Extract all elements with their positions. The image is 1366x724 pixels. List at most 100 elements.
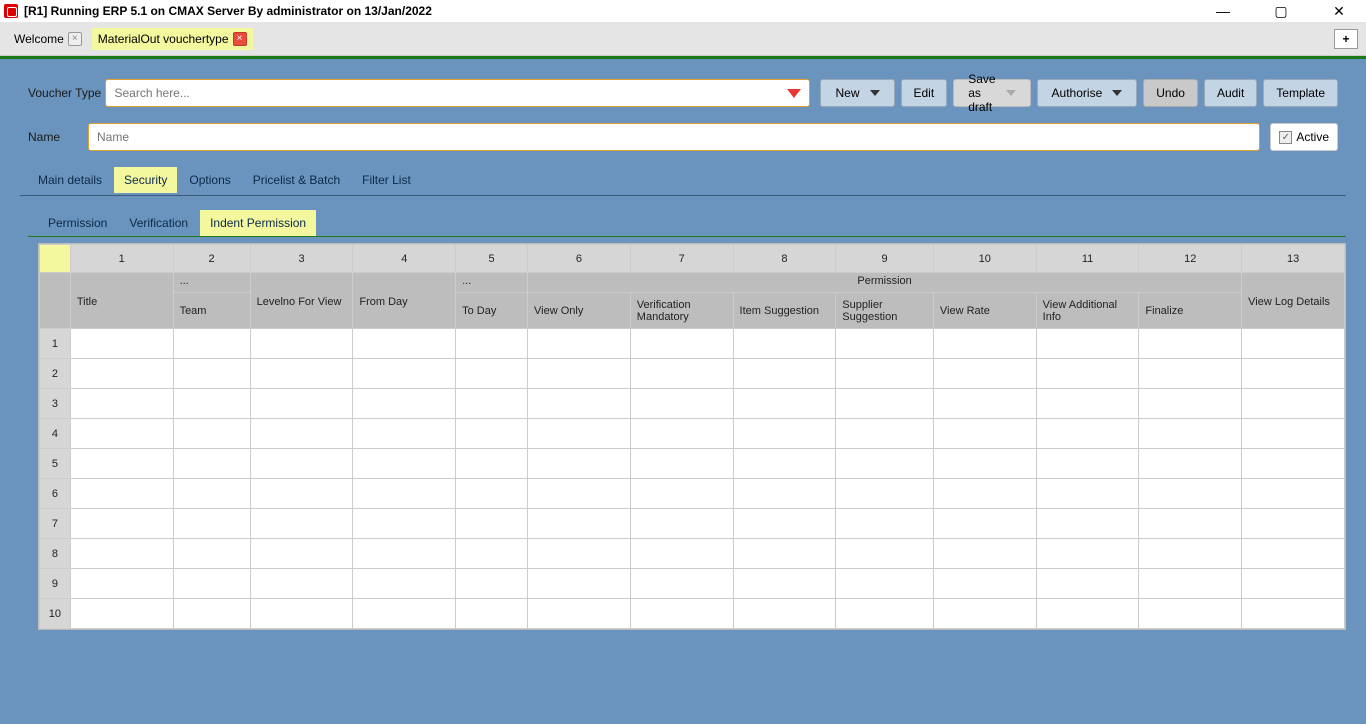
grid-cell[interactable] — [173, 329, 250, 359]
grid-cell[interactable] — [353, 419, 456, 449]
grid-cell[interactable] — [1139, 569, 1242, 599]
col-view-log[interactable]: View Log Details — [1242, 273, 1345, 329]
grid-cell[interactable] — [836, 389, 934, 419]
grid-cell[interactable] — [733, 569, 836, 599]
maximize-button[interactable]: ▢ — [1266, 1, 1296, 21]
grid-cell[interactable] — [456, 449, 528, 479]
grid-cell[interactable] — [456, 479, 528, 509]
grid-cell[interactable] — [1036, 419, 1139, 449]
grid-cell[interactable] — [528, 569, 631, 599]
grid-cell[interactable] — [456, 509, 528, 539]
grid-cell[interactable] — [250, 599, 353, 629]
grid-cell[interactable] — [250, 359, 353, 389]
grid-cell[interactable] — [1139, 449, 1242, 479]
grid-cell[interactable] — [70, 419, 173, 449]
grid-cell[interactable] — [70, 449, 173, 479]
search-input[interactable] — [114, 86, 787, 100]
tab-filter-list[interactable]: Filter List — [352, 167, 421, 193]
grid-cell[interactable] — [733, 329, 836, 359]
save-as-draft-button[interactable]: Save as draft — [953, 79, 1030, 107]
grid-cell[interactable] — [250, 449, 353, 479]
grid-cell[interactable] — [353, 569, 456, 599]
grid-cell[interactable] — [1139, 389, 1242, 419]
grid-cell[interactable] — [173, 599, 250, 629]
close-icon[interactable]: × — [68, 32, 82, 46]
authorise-button[interactable]: Authorise — [1037, 79, 1138, 107]
grid-cell[interactable] — [528, 539, 631, 569]
table-row[interactable]: 8 — [40, 539, 1345, 569]
grid-cell[interactable] — [353, 539, 456, 569]
grid-cell[interactable] — [70, 509, 173, 539]
grid-cell[interactable] — [1036, 509, 1139, 539]
grid-cell[interactable] — [733, 359, 836, 389]
voucher-type-search[interactable] — [105, 79, 810, 107]
grid-cell[interactable] — [353, 329, 456, 359]
grid-cell[interactable] — [1139, 509, 1242, 539]
grid-cell[interactable] — [1242, 479, 1345, 509]
grid-cell[interactable] — [733, 479, 836, 509]
grid-cell[interactable] — [250, 509, 353, 539]
grid-cell[interactable] — [1139, 329, 1242, 359]
row-number[interactable]: 5 — [40, 449, 71, 479]
grid-cell[interactable] — [456, 569, 528, 599]
col-view-additional[interactable]: View Additional Info — [1036, 293, 1139, 329]
grid-corner[interactable] — [40, 245, 71, 273]
grid-cell[interactable] — [836, 599, 934, 629]
template-button[interactable]: Template — [1263, 79, 1338, 107]
grid-cell[interactable] — [1036, 599, 1139, 629]
grid-cell[interactable] — [733, 419, 836, 449]
grid-cell[interactable] — [733, 509, 836, 539]
col-finalize[interactable]: Finalize — [1139, 293, 1242, 329]
col-number[interactable]: 11 — [1036, 245, 1139, 273]
col-number[interactable]: 8 — [733, 245, 836, 273]
grid-cell[interactable] — [353, 389, 456, 419]
grid-cell[interactable] — [250, 479, 353, 509]
grid-cell[interactable] — [1036, 389, 1139, 419]
grid-cell[interactable] — [630, 569, 733, 599]
grid-cell[interactable] — [173, 389, 250, 419]
grid-cell[interactable] — [353, 599, 456, 629]
grid-cell[interactable] — [528, 449, 631, 479]
col-view-rate[interactable]: View Rate — [933, 293, 1036, 329]
name-field[interactable] — [88, 123, 1260, 151]
grid-cell[interactable] — [630, 509, 733, 539]
grid-cell[interactable] — [836, 359, 934, 389]
col-verification[interactable]: Verification Mandatory — [630, 293, 733, 329]
grid-cell[interactable] — [528, 509, 631, 539]
grid-cell[interactable] — [933, 449, 1036, 479]
col-group-permission[interactable]: Permission — [528, 273, 1242, 293]
grid-cell[interactable] — [733, 449, 836, 479]
row-number[interactable]: 8 — [40, 539, 71, 569]
table-row[interactable]: 7 — [40, 509, 1345, 539]
table-row[interactable]: 5 — [40, 449, 1345, 479]
grid-cell[interactable] — [1242, 599, 1345, 629]
col-number[interactable]: 3 — [250, 245, 353, 273]
col-to-day[interactable]: To Day — [456, 293, 528, 329]
col-number[interactable]: 13 — [1242, 245, 1345, 273]
grid-cell[interactable] — [173, 509, 250, 539]
grid-cell[interactable] — [933, 509, 1036, 539]
grid-cell[interactable] — [630, 599, 733, 629]
col-number[interactable]: 9 — [836, 245, 934, 273]
grid-cell[interactable] — [630, 419, 733, 449]
grid-cell[interactable] — [836, 329, 934, 359]
grid-cell[interactable] — [836, 449, 934, 479]
col-team[interactable]: Team — [173, 293, 250, 329]
grid-cell[interactable] — [528, 329, 631, 359]
grid-cell[interactable] — [70, 329, 173, 359]
grid-cell[interactable] — [173, 449, 250, 479]
grid-cell[interactable] — [353, 509, 456, 539]
col-from-day[interactable]: From Day — [353, 273, 456, 329]
grid-cell[interactable] — [173, 419, 250, 449]
row-number[interactable]: 3 — [40, 389, 71, 419]
col-number[interactable]: 4 — [353, 245, 456, 273]
table-row[interactable]: 3 — [40, 389, 1345, 419]
grid-cell[interactable] — [1139, 479, 1242, 509]
row-number[interactable]: 9 — [40, 569, 71, 599]
table-row[interactable]: 4 — [40, 419, 1345, 449]
subtab-permission[interactable]: Permission — [38, 210, 117, 236]
grid-cell[interactable] — [1139, 539, 1242, 569]
tab-options[interactable]: Options — [179, 167, 240, 193]
grid-cell[interactable] — [250, 419, 353, 449]
table-row[interactable]: 1 — [40, 329, 1345, 359]
